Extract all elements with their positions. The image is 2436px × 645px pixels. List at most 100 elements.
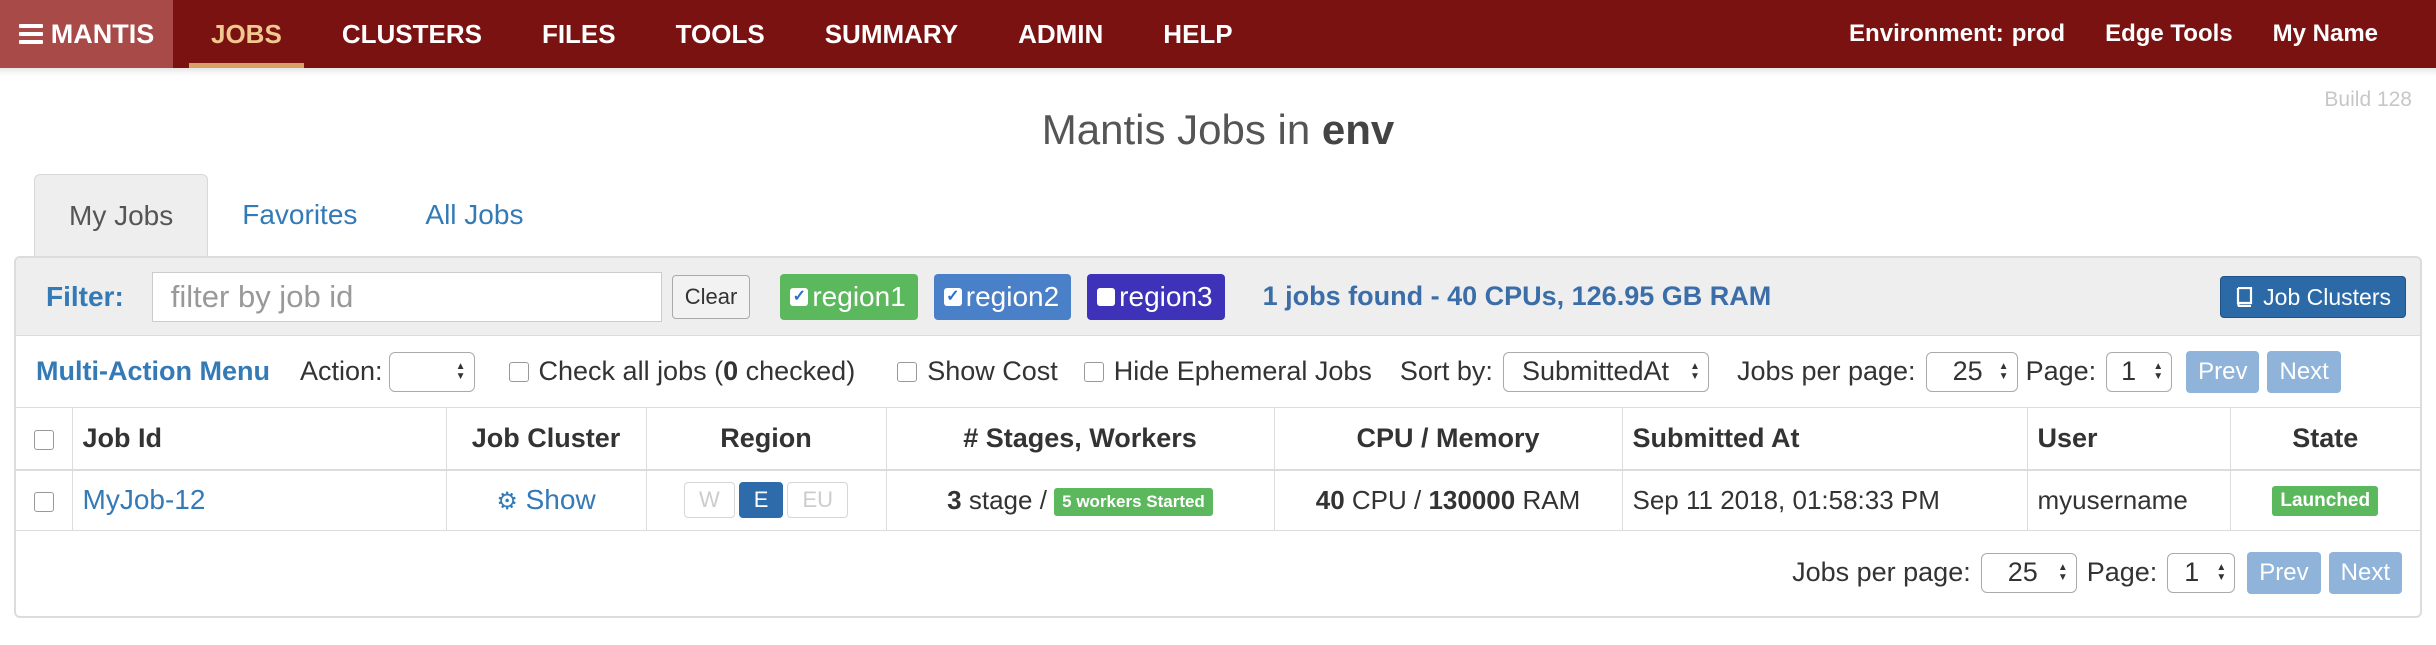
stage-count: 3	[947, 484, 962, 515]
sort-value: SubmittedAt	[1521, 356, 1670, 386]
per-page-select[interactable]: 25 ▲ ▼	[1925, 351, 2018, 392]
nav-tools[interactable]: TOOLS	[646, 0, 795, 68]
hide-ephemeral-label: Hide Ephemeral Jobs	[1113, 356, 1372, 386]
show-cluster-link[interactable]: ⚙ Show	[496, 484, 595, 515]
prev-button[interactable]: Prev	[2186, 350, 2260, 393]
show-cost-checkbox[interactable]	[897, 361, 918, 382]
select-arrows-icon: ▲ ▼	[1690, 360, 1700, 382]
sort-select[interactable]: SubmittedAt ▲ ▼	[1502, 351, 1709, 392]
region2-label: region2	[965, 280, 1060, 312]
select-all-cell	[16, 408, 73, 471]
user-cell: myusername	[2027, 470, 2231, 531]
jobs-found-summary: 1 jobs found - 40 CPUs, 126.95 GB RAM	[1263, 281, 1772, 312]
per-page-label-bottom: Jobs per page:	[1792, 557, 1971, 587]
select-arrows-icon: ▲ ▼	[1998, 360, 2009, 382]
page-select[interactable]: 1 ▲ ▼	[2106, 351, 2173, 392]
region-button-e[interactable]: E	[738, 482, 784, 519]
clear-button[interactable]: Clear	[671, 274, 751, 319]
unchecked-box-icon	[1097, 287, 1116, 306]
nav-admin[interactable]: ADMIN	[988, 0, 1133, 68]
nav-clusters[interactable]: CLUSTERS	[312, 0, 512, 68]
row-checkbox[interactable]	[33, 491, 54, 512]
found-prefix: 1 jobs found -	[1262, 281, 1448, 311]
check-all-checkbox[interactable]	[508, 361, 529, 382]
row-select-cell	[16, 470, 73, 531]
top-navbar: MANTIS JOBS CLUSTERS FILES TOOLS SUMMARY…	[0, 0, 2436, 68]
state-badge: Launched	[2272, 486, 2379, 517]
found-cpus: 40	[1447, 281, 1478, 311]
next-button[interactable]: Next	[2267, 350, 2341, 393]
stages-workers-cell: 3 stage / 5 workers Started	[886, 470, 1275, 531]
brand-menu[interactable]: MANTIS	[0, 0, 173, 68]
nav-jobs[interactable]: JOBS	[181, 0, 312, 68]
tab-favorites[interactable]: Favorites	[208, 174, 391, 256]
jobs-panel: Filter: Clear ✓ region1 ✓ region2 region…	[14, 256, 2422, 618]
region-cell: W E EU	[646, 470, 887, 531]
job-clusters-button[interactable]: Job Clusters	[2220, 276, 2406, 318]
jobs-table: Job Id Job Cluster Region # Stages, Work…	[16, 408, 2420, 531]
book-icon	[2237, 287, 2253, 307]
header-job-cluster: Job Cluster	[446, 408, 647, 471]
action-select[interactable]: ▲ ▼	[388, 351, 475, 392]
show-cost-toggle[interactable]: Show Cost	[897, 356, 1058, 387]
header-region: Region	[646, 408, 887, 471]
submitted-at-cell: Sep 11 2018, 01:58:33 PM	[1622, 470, 2028, 531]
filter-label: Filter:	[46, 280, 124, 312]
gears-icon: ⚙	[496, 488, 518, 516]
header-submitted-at[interactable]: Submitted At	[1622, 408, 2028, 471]
action-bar: Multi-Action Menu Action: ▲ ▼ Check all j…	[16, 336, 2420, 408]
check-all-label: Check all jobs (0 checked)	[539, 356, 856, 387]
filter-bar: Filter: Clear ✓ region1 ✓ region2 region…	[16, 258, 2420, 336]
check-all-prefix: Check all jobs (	[538, 356, 724, 386]
hide-ephemeral-checkbox[interactable]	[1083, 361, 1104, 382]
per-page-select-bottom[interactable]: 25 ▲ ▼	[1980, 552, 2077, 593]
page-select-bottom[interactable]: 1 ▲ ▼	[2167, 552, 2236, 593]
header-user: User	[2027, 408, 2231, 471]
per-page-label: Jobs per page:	[1736, 356, 1916, 386]
page-label: Page:	[2025, 356, 2097, 386]
job-cluster-cell: ⚙ Show	[446, 470, 647, 531]
nav-files[interactable]: FILES	[512, 0, 646, 68]
sort-label: Sort by:	[1399, 356, 1493, 386]
environment-selector[interactable]: Environment: prod	[1829, 20, 2085, 48]
table-row: MyJob-12 ⚙ Show W E EU 3 stage / 5 workers…	[16, 470, 2420, 531]
nav-user-name[interactable]: My Name	[2253, 20, 2398, 48]
region-button-eu[interactable]: EU	[787, 482, 848, 519]
cpu-memory-cell: 40 CPU / 130000 RAM	[1274, 470, 1623, 531]
select-arrows-icon: ▲ ▼	[2057, 561, 2068, 583]
found-ram-label: RAM	[1702, 281, 1772, 311]
nav-summary[interactable]: SUMMARY	[795, 0, 988, 68]
region2-toggle[interactable]: ✓ region2	[933, 273, 1072, 320]
select-all-checkbox[interactable]	[33, 429, 54, 450]
tab-all-jobs[interactable]: All Jobs	[391, 174, 557, 256]
region1-label: region1	[812, 280, 906, 312]
brand-label: MANTIS	[50, 18, 155, 49]
page-title: Mantis Jobs in env	[0, 106, 2436, 154]
nav-edge-tools[interactable]: Edge Tools	[2085, 20, 2253, 48]
cpu-count: 40	[1315, 484, 1345, 515]
job-id-link[interactable]: MyJob-12	[83, 484, 206, 515]
select-arrows-icon: ▲ ▼	[2216, 561, 2227, 583]
next-button-bottom[interactable]: Next	[2328, 551, 2402, 594]
prev-button-bottom[interactable]: Prev	[2247, 551, 2321, 594]
multi-action-menu[interactable]: Multi-Action Menu	[36, 356, 270, 387]
tab-my-jobs[interactable]: My Jobs	[34, 174, 209, 256]
filter-input[interactable]	[151, 271, 662, 322]
header-job-id[interactable]: Job Id	[72, 408, 447, 471]
footer-pager: Jobs per page: 25 ▲ ▼ Page: 1 ▲ ▼ Prev Nex…	[16, 531, 2420, 615]
region1-toggle[interactable]: ✓ region1	[780, 273, 918, 320]
select-arrows-icon: ▲ ▼	[2153, 360, 2164, 382]
checkmark-icon: ✓	[943, 287, 962, 306]
hide-ephemeral-toggle[interactable]: Hide Ephemeral Jobs	[1083, 356, 1372, 387]
checkmark-icon: ✓	[790, 287, 809, 306]
header-cpu-memory: CPU / Memory	[1274, 408, 1623, 471]
checked-count: 0	[723, 356, 739, 386]
page-label-bottom: Page:	[2086, 557, 2158, 587]
nav-help[interactable]: HELP	[1133, 0, 1262, 68]
region3-toggle[interactable]: region3	[1087, 273, 1225, 320]
check-all-jobs[interactable]: Check all jobs (0 checked)	[508, 356, 856, 387]
region-button-w[interactable]: W	[683, 482, 735, 519]
nav-right-group: Environment: prod Edge Tools My Name	[1829, 0, 2436, 68]
page-value-bottom: 1	[2184, 557, 2200, 587]
found-ram: 126.95 GB	[1571, 281, 1703, 311]
